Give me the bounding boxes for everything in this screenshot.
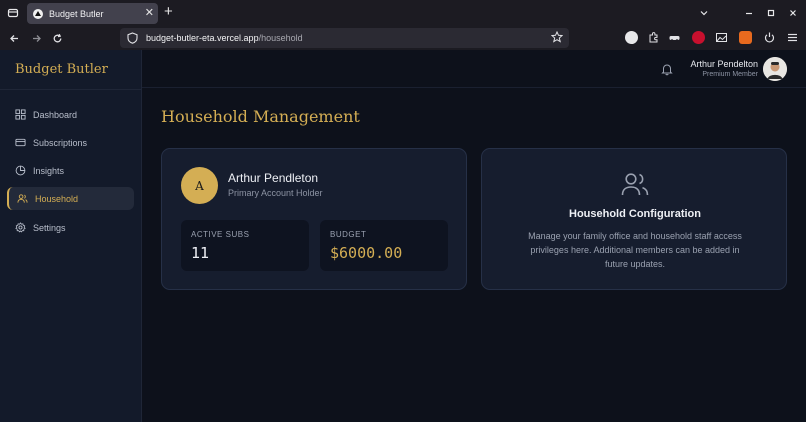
tab-title: Budget Butler	[49, 8, 104, 19]
app-header: Arthur Pendelton Premium Member	[142, 50, 806, 88]
sidebar-item-subscriptions[interactable]: Subscriptions	[7, 131, 134, 154]
stat-value: 11	[191, 244, 210, 262]
sidebar-item-settings[interactable]: Settings	[7, 216, 134, 239]
url-host: budget-butler-eta.vercel.app	[146, 33, 259, 43]
config-title: Household Configuration	[569, 208, 701, 220]
sidebar-item-insights[interactable]: Insights	[7, 159, 134, 182]
sidebar-item-label: Dashboard	[33, 109, 78, 120]
sidebar-item-dashboard[interactable]: Dashboard	[7, 103, 134, 126]
reload-icon[interactable]	[49, 30, 65, 46]
sidebar-item-label: Household	[35, 193, 79, 204]
bookmark-star-icon[interactable]	[550, 30, 564, 45]
close-tab-icon[interactable]: ✕	[145, 6, 154, 19]
new-tab-icon[interactable]: +	[164, 3, 173, 20]
close-window-icon[interactable]	[784, 4, 802, 22]
pie-icon	[15, 165, 26, 176]
extension-car-icon[interactable]	[668, 31, 681, 44]
stat-value: $6000.00	[330, 244, 403, 262]
gear-icon	[15, 222, 26, 233]
extension-bucket-icon[interactable]	[739, 31, 752, 44]
active-subs-stat: ACTIVE SUBS 11	[181, 220, 309, 271]
extension-p-icon[interactable]	[625, 31, 638, 44]
power-icon[interactable]	[763, 31, 776, 44]
household-config-card: Household Configuration Manage your fami…	[481, 148, 787, 290]
nav-bar: budget-butler-eta.vercel.app/household	[0, 26, 806, 50]
forward-icon[interactable]	[28, 30, 44, 46]
sidebar-item-household[interactable]: Household	[7, 187, 134, 210]
minimize-icon[interactable]	[740, 4, 758, 22]
users-icon	[620, 169, 650, 199]
extension-image-icon[interactable]	[715, 31, 728, 44]
account-holder-card: A Arthur Pendleton Primary Account Holde…	[161, 148, 467, 290]
chevron-down-icon[interactable]	[695, 4, 713, 22]
maximize-icon[interactable]	[762, 4, 780, 22]
browser-chrome: Budget Butler ✕ + budget-butler-eta.verc…	[0, 0, 806, 50]
tab-bar: Budget Butler ✕ +	[0, 0, 806, 26]
user-name: Arthur Pendelton	[690, 59, 758, 69]
grid-icon	[15, 109, 26, 120]
puzzle-icon[interactable]	[647, 31, 660, 44]
user-role: Premium Member	[702, 71, 758, 78]
stat-label: BUDGET	[330, 230, 367, 239]
holder-avatar: A	[181, 167, 218, 204]
sidebar-item-label: Settings	[33, 222, 66, 233]
page-title: Household Management	[161, 107, 360, 126]
budget-stat: BUDGET $6000.00	[320, 220, 448, 271]
card-icon	[15, 138, 26, 147]
extension-red-icon[interactable]	[692, 31, 705, 44]
holder-role: Primary Account Holder	[228, 188, 323, 198]
sidebar-item-label: Insights	[33, 165, 65, 176]
back-icon[interactable]	[6, 30, 22, 46]
sidebar-divider	[0, 89, 142, 90]
bell-icon[interactable]	[660, 62, 674, 76]
url-path: /household	[258, 33, 303, 43]
holder-name: Arthur Pendleton	[228, 171, 319, 185]
stat-label: ACTIVE SUBS	[191, 230, 250, 239]
tab-overview-icon[interactable]	[4, 4, 22, 22]
sidebar: Budget Butler Dashboard Subscriptions In…	[0, 50, 142, 422]
brand-logo[interactable]: Budget Butler	[15, 62, 108, 77]
vercel-icon	[33, 8, 43, 19]
url-bar[interactable]: budget-butler-eta.vercel.app/household	[120, 28, 569, 48]
browser-tab[interactable]: Budget Butler ✕	[27, 3, 158, 24]
config-description: Manage your family office and household …	[528, 231, 742, 269]
avatar[interactable]	[763, 57, 787, 81]
menu-icon[interactable]	[786, 31, 799, 44]
users-icon	[17, 194, 28, 203]
shield-icon	[127, 32, 138, 46]
sidebar-item-label: Subscriptions	[33, 137, 88, 148]
